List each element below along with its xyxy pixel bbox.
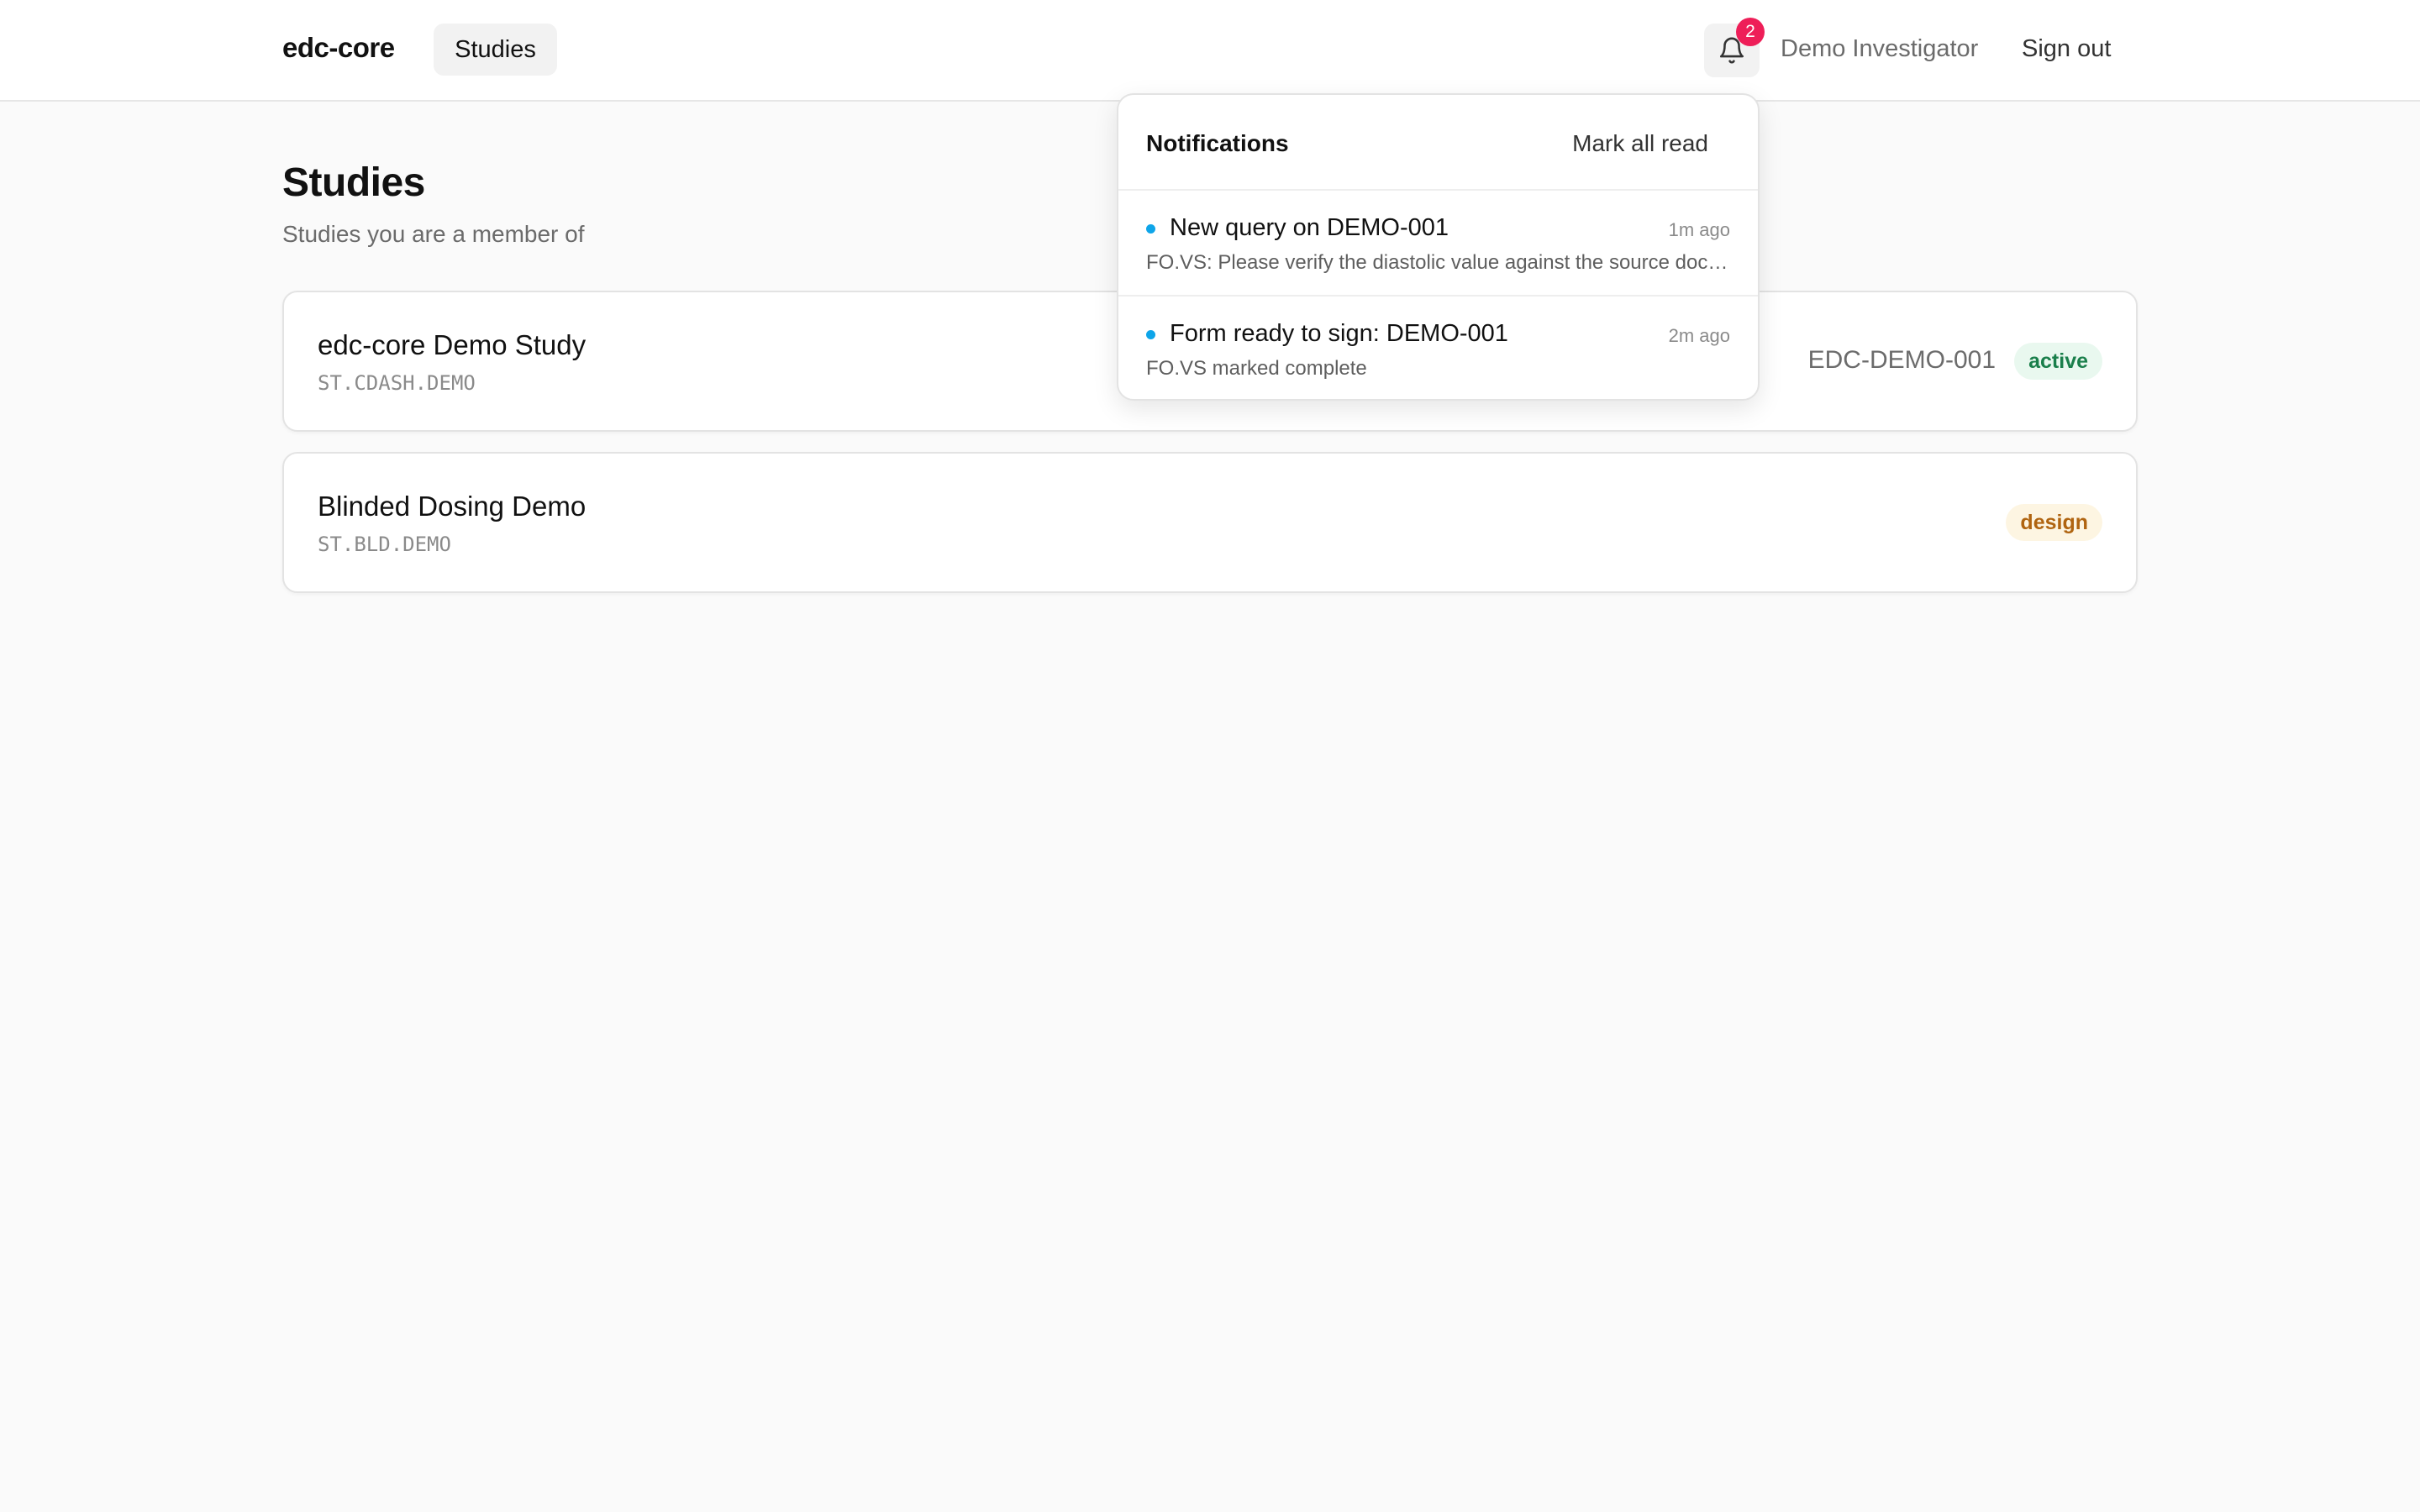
study-code: ST.BLD.DEMO [318,533,451,556]
top-header: edc-core Studies 2 Demo Investigator Sig… [0,0,2420,102]
status-badge: design [2006,504,2102,541]
mark-all-read-button[interactable]: Mark all read [1572,130,1708,157]
notification-body: FO.VS: Please verify the diastolic value… [1146,251,1733,274]
user-name: Demo Investigator [1781,35,1979,62]
study-card[interactable]: Blinded Dosing Demo ST.BLD.DEMO design [282,452,2138,593]
study-code: ST.CDASH.DEMO [318,371,476,395]
unread-dot-icon [1146,330,1155,339]
notifications-dropdown: Notifications Mark all read New query on… [1117,93,1760,401]
study-name: edc-core Demo Study [318,329,587,360]
nav-studies-button[interactable]: Studies [434,24,557,76]
notification-time: 2m ago [1668,325,1730,346]
study-name: Blinded Dosing Demo [318,491,587,522]
notification-title: New query on DEMO-001 [1170,214,1449,241]
page-subtitle: Studies you are a member of [282,221,585,247]
sign-out-button[interactable]: Sign out [2022,35,2111,63]
notification-count-badge: 2 [1736,18,1765,46]
notification-item[interactable]: Form ready to sign: DEMO-001 2m ago FO.V… [1118,297,1758,399]
notifications-title: Notifications [1146,130,1289,156]
notification-body: FO.VS marked complete [1146,357,1367,380]
status-badge: active [2014,343,2102,380]
brand-logo[interactable]: edc-core [282,32,395,64]
notification-title: Form ready to sign: DEMO-001 [1170,320,1508,347]
notifications-header: Notifications Mark all read [1118,95,1758,191]
unread-dot-icon [1146,224,1155,234]
page-title: Studies [282,160,425,205]
notification-item[interactable]: New query on DEMO-001 1m ago FO.VS: Plea… [1118,191,1758,297]
notification-time: 1m ago [1668,219,1730,240]
study-protocol-id: EDC-DEMO-001 [1807,346,1996,374]
